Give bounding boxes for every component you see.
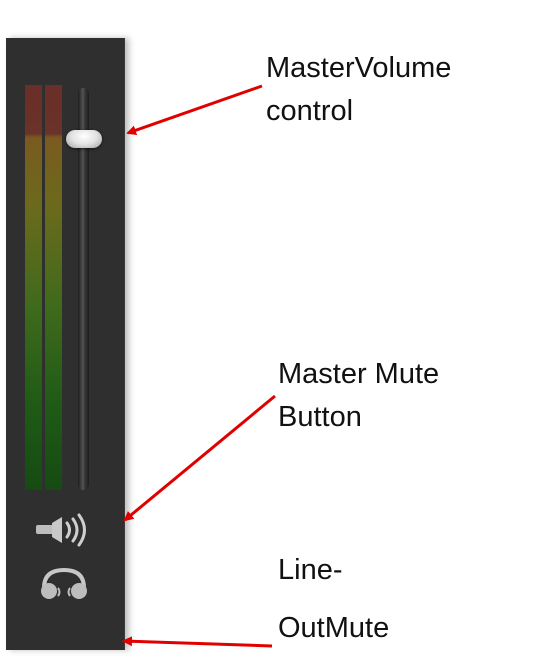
master-volume-label-line1: MasterVolume [266,52,452,84]
master-mute-label-line1: Master Mute [278,358,440,390]
master-volume-slider-thumb[interactable] [66,130,102,148]
master-mute-button[interactable] [32,512,96,548]
line-out-mute-label-line1: Line- [278,554,343,586]
speaker-icon [36,513,86,547]
level-meter-left [25,85,42,490]
arrow-line-out-mute [122,636,273,648]
master-mute-label-line2: Button [278,401,362,433]
level-meter-right [45,85,62,490]
master-volume-slider[interactable] [78,88,89,490]
master-volume-label: MasterVolume control [266,47,451,133]
mixer-diagram: MasterVolume control Master Mute Button … [0,0,544,664]
line-out-mute-label-line2: OutMute [278,612,390,644]
master-volume-label-line2: control [266,95,354,127]
mixer-panel [6,38,125,650]
arrow-master-volume [126,84,263,136]
headphones-icon [41,567,87,599]
master-mute-label: Master Mute Button [278,353,439,439]
line-out-mute-button[interactable] [32,566,96,602]
line-out-mute-label: Line- OutMute [278,541,389,657]
arrow-master-mute [123,394,276,522]
